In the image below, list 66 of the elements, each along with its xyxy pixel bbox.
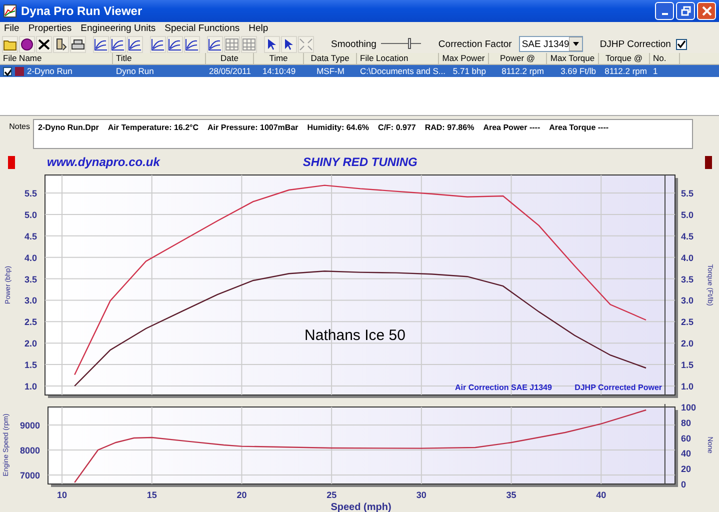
axis-tick-label: 9000 <box>20 420 40 430</box>
axis-tick-label: 1.5 <box>24 360 37 370</box>
window-title: Dyna Pro Run Viewer <box>21 4 144 18</box>
axis-tick-label: 30 <box>416 490 426 500</box>
axis-tick-label: 10 <box>57 490 68 500</box>
axis-title: Speed (mph) <box>330 502 392 512</box>
axis-tick-label: 15 <box>146 490 157 500</box>
axis-tick-label: 7000 <box>20 470 40 480</box>
table-cell: 2-Dyno Run <box>27 66 72 76</box>
table-cell: 1 <box>653 66 658 76</box>
axis-tick-label: 4.5 <box>24 231 37 242</box>
smoothing-label: Smoothing <box>331 38 376 50</box>
note-text: Area Power ---- <box>483 123 540 132</box>
table-cell: Dyno Run <box>116 66 154 76</box>
note-text: Air Pressure: 1007mBar <box>208 123 298 132</box>
djhp-correction-label: DJHP Correction <box>600 38 671 50</box>
axis-tick-label: 2.5 <box>24 317 37 328</box>
table-cell: 8112.2 rpm <box>604 66 647 76</box>
axis-tick-label: 4.0 <box>24 252 37 263</box>
axis-tick-label: 2.0 <box>681 338 694 349</box>
axis-tick-label: 1.5 <box>681 360 694 370</box>
axis-tick-label: 4.5 <box>681 231 694 242</box>
axis-tick-label: 4.0 <box>681 252 694 263</box>
table-cell: 8112.2 rpm <box>502 66 544 76</box>
note-text: Humidity: 64.6% <box>307 123 370 132</box>
table-cell: 14:10:49 <box>262 66 296 76</box>
axis-tick-label: 40 <box>596 490 606 500</box>
table-cell: 28/05/2011 <box>209 66 251 76</box>
axis-tick-label: 80 <box>681 418 692 428</box>
axis-tick-label: 20 <box>236 490 247 500</box>
axis-tick-label: 1.0 <box>681 382 694 392</box>
axis-tick-label: 40 <box>681 448 692 459</box>
axis-tick-label: 0 <box>681 480 686 490</box>
axis-tick-label: 3.5 <box>24 274 37 284</box>
note-text: 2-Dyno Run.Dpr <box>38 123 99 132</box>
chart-heading: SHINY RED TUNING <box>302 155 418 169</box>
axis-tick-label: 1.0 <box>24 382 37 392</box>
chart-note: Air Correction SAE J1349 <box>455 383 552 392</box>
note-text: Air Temperature: 16.2°C <box>108 123 199 132</box>
table-cell: 5.71 bhp <box>452 66 486 76</box>
axis-tick-label: 20 <box>681 464 692 474</box>
table-cell: 3.69 Ft/lb <box>560 66 596 76</box>
website-text: www.dynapro.co.uk <box>47 155 160 169</box>
chart-note: DJHP Corrected Power <box>574 383 662 392</box>
table-cell: C:\Documents and S... <box>360 66 446 76</box>
axis-tick-label: 100 <box>681 404 696 412</box>
chart-title: Nathans Ice 50 <box>304 327 406 344</box>
note-text: Area Torque ---- <box>549 123 609 132</box>
note-text: C/F: 0.977 <box>378 123 416 132</box>
axis-tick-label: 60 <box>681 433 692 444</box>
axis-tick-label: 3.0 <box>681 296 694 306</box>
correction-factor-label: Correction Factor <box>438 38 512 50</box>
axis-tick-label: 2.5 <box>681 317 694 328</box>
axis-tick-label: 8000 <box>20 446 40 456</box>
notes-label: Notes <box>8 121 31 133</box>
axis-tick-label: 25 <box>326 490 337 500</box>
axis-tick-label: 5.5 <box>24 188 37 198</box>
axis-tick-label: 3.5 <box>681 274 694 284</box>
axis-tick-label: 5.0 <box>681 210 694 220</box>
axis-tick-label: 3.0 <box>24 296 37 306</box>
axis-tick-label: 2.0 <box>24 338 37 349</box>
note-text: RAD: 97.86% <box>424 123 474 132</box>
axis-tick-label: 5.5 <box>681 188 694 198</box>
axis-tick-label: 35 <box>506 490 516 500</box>
axis-tick-label: 5.0 <box>24 210 37 220</box>
table-cell: MSF-M <box>316 66 344 76</box>
